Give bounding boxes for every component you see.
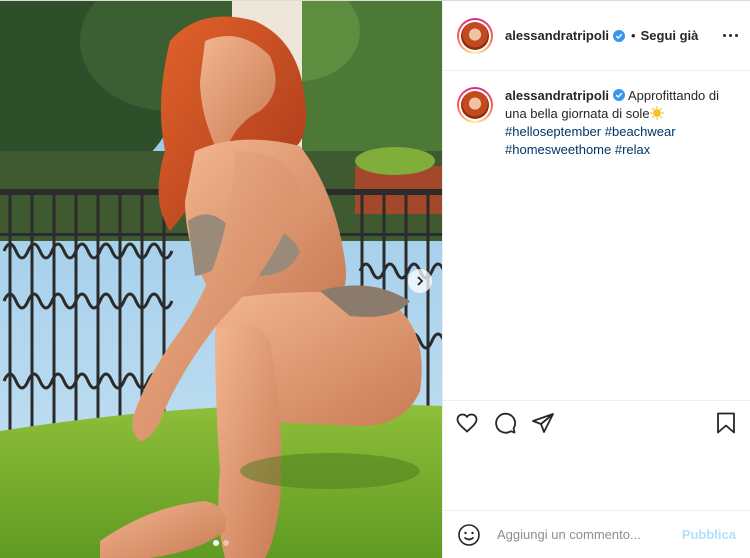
caption-text: alessandratripoli Approfittando di una b… [505,87,735,159]
instagram-post: alessandratripoli • Segui già alessandra… [0,0,750,558]
comment-icon [495,412,517,434]
post-actions [443,400,750,444]
more-dot-icon [735,34,738,37]
avatar[interactable] [457,17,493,54]
header-username[interactable]: alessandratripoli [505,28,609,43]
publish-button[interactable]: Pubblica [682,527,736,542]
caption-avatar[interactable] [457,87,493,123]
comment-input[interactable] [495,526,669,543]
following-button[interactable]: Segui già [641,28,699,43]
emoji-button[interactable] [457,523,481,547]
hashtag-link[interactable]: #beachwear [605,124,676,139]
sun-emoji-icon [650,106,664,120]
photo-scene [0,1,442,558]
hashtag-link[interactable]: #relax [615,142,650,157]
more-dot-icon [723,34,726,37]
chevron-right-icon [417,276,424,286]
post-header: alessandratripoli • Segui già [443,1,750,71]
header-separator: • [631,28,636,43]
likes-area [443,444,750,510]
save-button[interactable] [714,411,738,435]
avatar-image [461,21,489,50]
bookmark-icon [717,412,735,433]
verified-badge-icon [613,89,626,101]
heart-icon [456,413,478,433]
paper-plane-icon [532,412,554,433]
more-dot-icon [729,34,732,37]
caption-username[interactable]: alessandratripoli [505,88,609,103]
verified-badge-icon [613,29,626,42]
hashtag-link[interactable]: #helloseptember [505,124,601,139]
carousel-indicator [0,540,442,546]
comment-button[interactable] [493,411,517,435]
hashtag-link[interactable]: #homesweethome [505,142,611,157]
like-button[interactable] [455,411,479,435]
carousel-next-button[interactable] [408,269,432,293]
smiley-icon [458,523,480,546]
carousel-dot-active [213,540,219,546]
carousel-dot [223,540,229,546]
caption-area: alessandratripoli Approfittando di una b… [443,71,750,400]
more-options-button[interactable] [723,34,738,37]
add-comment-bar: Pubblica [443,510,750,558]
avatar-image [461,91,489,119]
share-button[interactable] [531,411,555,435]
post-side-panel: alessandratripoli • Segui già alessandra… [442,1,750,558]
post-photo[interactable] [0,1,442,558]
caption: alessandratripoli Approfittando di una b… [457,87,736,159]
